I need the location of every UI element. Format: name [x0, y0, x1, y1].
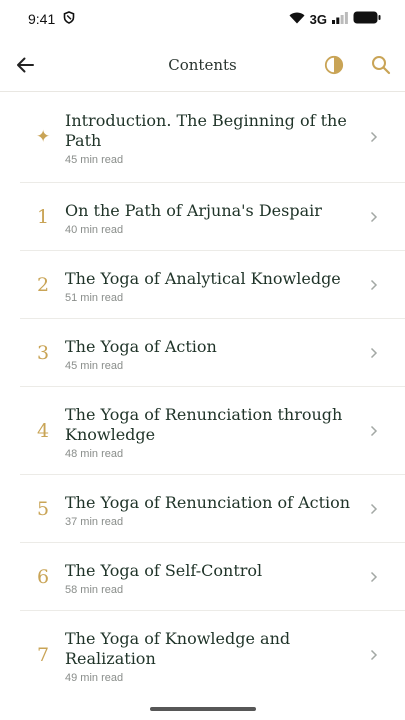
chapter-title: The Yoga of Renunciation through Knowled…	[65, 404, 343, 444]
chapter-number: 1	[37, 205, 50, 228]
chapter-read-time: 58 min read	[65, 583, 124, 596]
chapter-row-7[interactable]: 7 The Yoga of Knowledge and Realization …	[20, 611, 405, 699]
chevron-right-icon	[369, 210, 379, 224]
chapter-title: The Yoga of Renunciation of Action	[65, 492, 351, 512]
chevron-right-icon	[369, 648, 379, 662]
chapter-title: Introduction. The Beginning of the Path	[65, 111, 347, 150]
search-icon	[372, 56, 391, 75]
app-bar: Contents	[0, 38, 405, 92]
chapter-read-time: 45 min read	[65, 359, 124, 372]
chevron-right-icon	[369, 346, 379, 360]
chapter-list: ✦ Introduction. The Beginning of the Pat…	[0, 92, 405, 699]
chevron-right-icon	[369, 424, 379, 438]
chapter-number: 3	[37, 341, 50, 364]
chapter-row-2[interactable]: 2 The Yoga of Analytical Knowledge 51 mi…	[20, 251, 405, 319]
chapter-row-1[interactable]: 1 On the Path of Arjuna's Despair 40 min…	[20, 183, 405, 251]
chapter-row-3[interactable]: 3 The Yoga of Action 45 min read	[20, 319, 405, 387]
chapter-read-time: 49 min read	[65, 672, 124, 684]
chapter-marker: ✦	[36, 127, 51, 147]
chapter-number: 6	[37, 565, 50, 588]
status-bar: 9:41 3G	[0, 0, 405, 38]
theme-toggle-button[interactable]	[320, 51, 348, 79]
chapter-number: 7	[37, 644, 50, 666]
signal-icon	[332, 11, 348, 27]
chevron-right-icon	[369, 130, 379, 144]
chapter-row-4[interactable]: 4 The Yoga of Renunciation through Knowl…	[20, 387, 405, 475]
chapter-number: 4	[37, 419, 50, 442]
chapter-number: 5	[37, 497, 50, 520]
chapter-title: The Yoga of Action	[65, 336, 217, 356]
chapter-read-time: 51 min read	[65, 291, 124, 304]
chapter-title: The Yoga of Self-Control	[65, 560, 263, 580]
chapter-row-6[interactable]: 6 The Yoga of Self-Control 58 min read	[20, 543, 405, 611]
chapter-row-5[interactable]: 5 The Yoga of Renunciation of Action 37 …	[20, 475, 405, 543]
network-type: 3G	[309, 11, 327, 27]
chapter-row-introduction[interactable]: ✦ Introduction. The Beginning of the Pat…	[20, 92, 405, 183]
chevron-right-icon	[369, 278, 379, 292]
chapter-read-time: 40 min read	[65, 223, 124, 236]
chapter-read-time: 45 min read	[65, 154, 124, 166]
chevron-right-icon	[369, 570, 379, 584]
chapter-read-time: 48 min read	[65, 447, 124, 460]
contrast-icon	[324, 55, 344, 75]
status-time: 9:41	[28, 11, 56, 27]
chapter-number: 2	[37, 273, 50, 296]
shield-icon	[63, 11, 75, 27]
chapter-title: On the Path of Arjuna's Despair	[65, 200, 322, 220]
chevron-right-icon	[369, 502, 379, 516]
search-button[interactable]	[367, 51, 395, 79]
wifi-icon	[289, 12, 305, 27]
home-indicator[interactable]	[150, 707, 256, 711]
battery-icon	[353, 11, 381, 27]
chapter-title: The Yoga of Analytical Knowledge	[65, 268, 341, 288]
chapter-title: The Yoga of Knowledge and Realization	[65, 629, 291, 668]
chapter-read-time: 37 min read	[65, 515, 124, 528]
